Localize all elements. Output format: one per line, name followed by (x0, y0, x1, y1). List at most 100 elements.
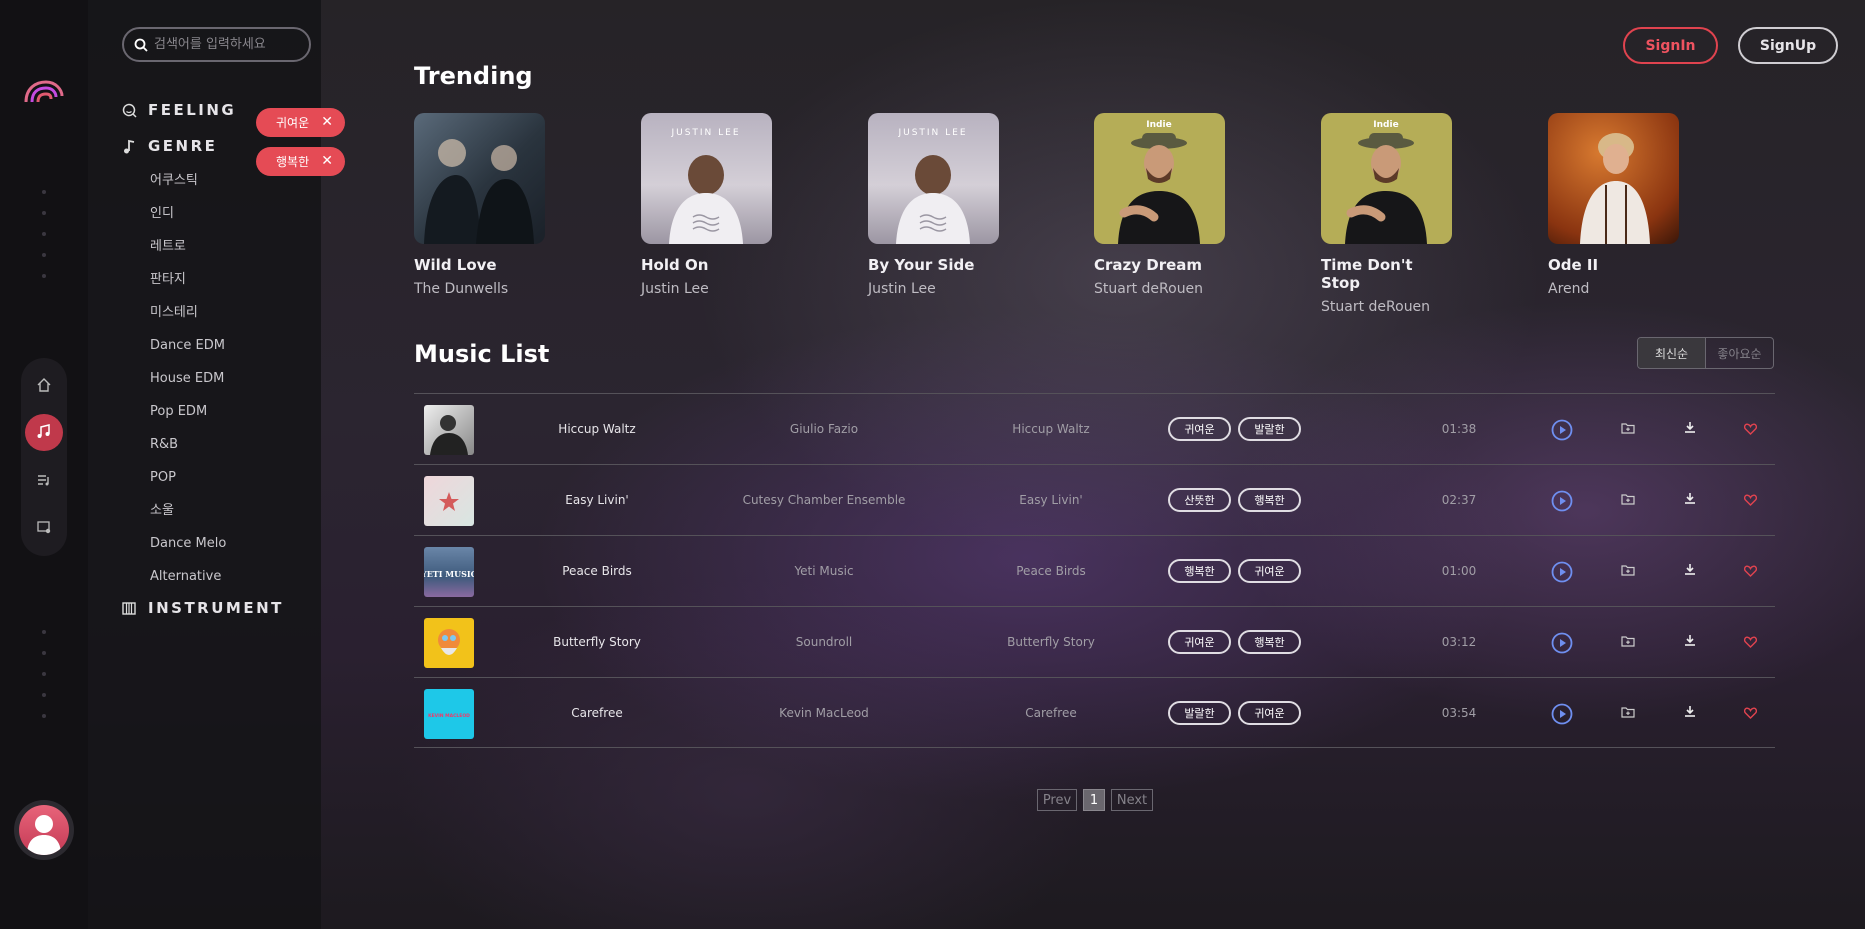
selected-filter-chip[interactable]: 귀여운 ✕ (256, 108, 345, 137)
download-button[interactable] (1684, 421, 1696, 433)
genre-item-pop[interactable]: POP (150, 467, 226, 500)
category-feeling[interactable]: FEELING (122, 101, 236, 119)
thumbnail-label: KEVIN MACLEOD (428, 713, 470, 719)
home-icon (37, 377, 51, 392)
add-to-folder-button[interactable] (1621, 635, 1635, 647)
decorative-dots-top (42, 190, 48, 295)
genre-item-soul[interactable]: 소울 (150, 500, 226, 533)
mood-tag[interactable]: 귀여운 (1238, 701, 1301, 725)
mood-tag[interactable]: 행복한 (1238, 630, 1301, 654)
trending-card[interactable]: Indie Time Don't Stop Stuart deRouen (1321, 113, 1452, 315)
mood-tag[interactable]: 행복한 (1168, 559, 1231, 583)
genre-item-alternative[interactable]: Alternative (150, 566, 226, 599)
playlist-button[interactable] (25, 461, 63, 499)
genre-item-indie[interactable]: 인디 (150, 203, 226, 236)
mood-tag[interactable]: 귀여운 (1168, 630, 1231, 654)
album-cover (1548, 113, 1679, 244)
genre-item-dance-melo[interactable]: Dance Melo (150, 533, 226, 566)
category-genre[interactable]: GENRE (122, 137, 217, 155)
signin-button[interactable]: SignIn (1623, 27, 1718, 64)
genre-item-dance-edm[interactable]: Dance EDM (150, 335, 226, 368)
play-button[interactable] (1551, 419, 1573, 441)
pagination: Prev 1 Next (1037, 789, 1153, 811)
track-name: Crazy Dream (1094, 256, 1203, 274)
download-button[interactable] (1684, 705, 1696, 717)
album-cover: Indie (1321, 113, 1452, 244)
track-thumbnail: YETI MUSIC (424, 547, 474, 597)
sort-popular-button[interactable]: 좋아요순 (1706, 338, 1773, 368)
play-button[interactable] (1551, 703, 1573, 725)
mood-tag[interactable]: 행복한 (1238, 488, 1301, 512)
genre-item-acoustic[interactable]: 어쿠스틱 (150, 170, 226, 203)
genre-item-rnb[interactable]: R&B (150, 434, 226, 467)
add-to-folder-button[interactable] (1621, 422, 1635, 434)
category-label: FEELING (148, 101, 237, 119)
play-circle-icon (1551, 632, 1573, 654)
genre-item-fantasy[interactable]: 판타지 (150, 269, 226, 302)
download-button[interactable] (1684, 634, 1696, 646)
play-button[interactable] (1551, 561, 1573, 583)
download-icon (1685, 564, 1695, 575)
next-page-button[interactable]: Next (1111, 789, 1153, 811)
heart-icon (1744, 423, 1757, 435)
search-input[interactable] (154, 37, 304, 52)
cover-label: JUSTIN LEE (897, 128, 967, 138)
prev-page-button[interactable]: Prev (1037, 789, 1077, 811)
close-icon[interactable]: ✕ (321, 153, 333, 169)
table-row[interactable]: YETI MUSIC Peace Birds Yeti Music Peace … (414, 535, 1775, 606)
sort-latest-button[interactable]: 최신순 (1638, 338, 1706, 368)
track-duration: 02:37 (1441, 493, 1477, 507)
table-row[interactable]: Butterfly Story Soundroll Butterfly Stor… (414, 606, 1775, 677)
home-button[interactable] (25, 366, 63, 404)
add-to-folder-button[interactable] (1621, 564, 1635, 576)
selected-filter-chip[interactable]: 행복한 ✕ (256, 147, 345, 176)
like-button[interactable] (1744, 423, 1757, 435)
genre-item-mystery[interactable]: 미스테리 (150, 302, 226, 335)
add-to-folder-button[interactable] (1621, 493, 1635, 505)
cover-label: Indie (1373, 120, 1398, 130)
mood-tag[interactable]: 산뜻한 (1168, 488, 1231, 512)
trending-card[interactable]: Indie Crazy Dream Stuart deRouen (1094, 113, 1225, 297)
category-instrument[interactable]: INSTRUMENT (122, 599, 284, 617)
download-button[interactable] (1684, 563, 1696, 575)
chip-label: 귀여운 (276, 116, 310, 130)
like-button[interactable] (1744, 565, 1757, 577)
heart-icon (1744, 636, 1757, 648)
table-row[interactable]: Easy Livin' Cutesy Chamber Ensemble Easy… (414, 464, 1775, 535)
trending-card[interactable]: Wild Love The Dunwells (414, 113, 545, 297)
play-button[interactable] (1551, 632, 1573, 654)
add-to-folder-button[interactable] (1621, 706, 1635, 718)
like-button[interactable] (1744, 636, 1757, 648)
table-row[interactable]: KEVIN MACLEOD Carefree Kevin MacLeod Car… (414, 677, 1775, 748)
user-avatar[interactable] (14, 800, 74, 860)
like-button[interactable] (1744, 494, 1757, 506)
mood-tag[interactable]: 발랄한 (1238, 417, 1301, 441)
close-icon[interactable]: ✕ (321, 114, 333, 130)
table-row[interactable]: Hiccup Waltz Giulio Fazio Hiccup Waltz 귀… (414, 393, 1775, 464)
app-logo[interactable] (22, 78, 66, 108)
trending-card[interactable]: JUSTIN LEE Hold On Justin Lee (641, 113, 772, 297)
video-settings-button[interactable] (25, 509, 63, 547)
signup-button[interactable]: SignUp (1738, 27, 1838, 64)
track-artist: Cutesy Chamber Ensemble (742, 493, 906, 507)
artist-name: Justin Lee (868, 281, 936, 297)
genre-item-house-edm[interactable]: House EDM (150, 368, 226, 401)
genre-item-retro[interactable]: 레트로 (150, 236, 226, 269)
like-button[interactable] (1744, 707, 1757, 719)
mood-tag[interactable]: 귀여운 (1168, 417, 1231, 441)
genre-item-pop-edm[interactable]: Pop EDM (150, 401, 226, 434)
music-button[interactable] (25, 413, 63, 451)
trending-card[interactable]: JUSTIN LEE By Your Side Justin Lee (868, 113, 999, 297)
search-box[interactable] (122, 27, 311, 62)
download-button[interactable] (1684, 492, 1696, 504)
play-button[interactable] (1551, 490, 1573, 512)
category-label: GENRE (148, 137, 218, 155)
track-title: Peace Birds (562, 564, 632, 578)
artist-name: Stuart deRouen (1094, 281, 1204, 297)
page-number-button[interactable]: 1 (1083, 789, 1105, 811)
mood-tag[interactable]: 귀여운 (1238, 559, 1301, 583)
track-title: Hiccup Waltz (558, 422, 636, 436)
download-icon (1685, 422, 1695, 433)
mood-tag[interactable]: 발랄한 (1168, 701, 1231, 725)
trending-card[interactable]: Ode II Arend (1548, 113, 1679, 297)
